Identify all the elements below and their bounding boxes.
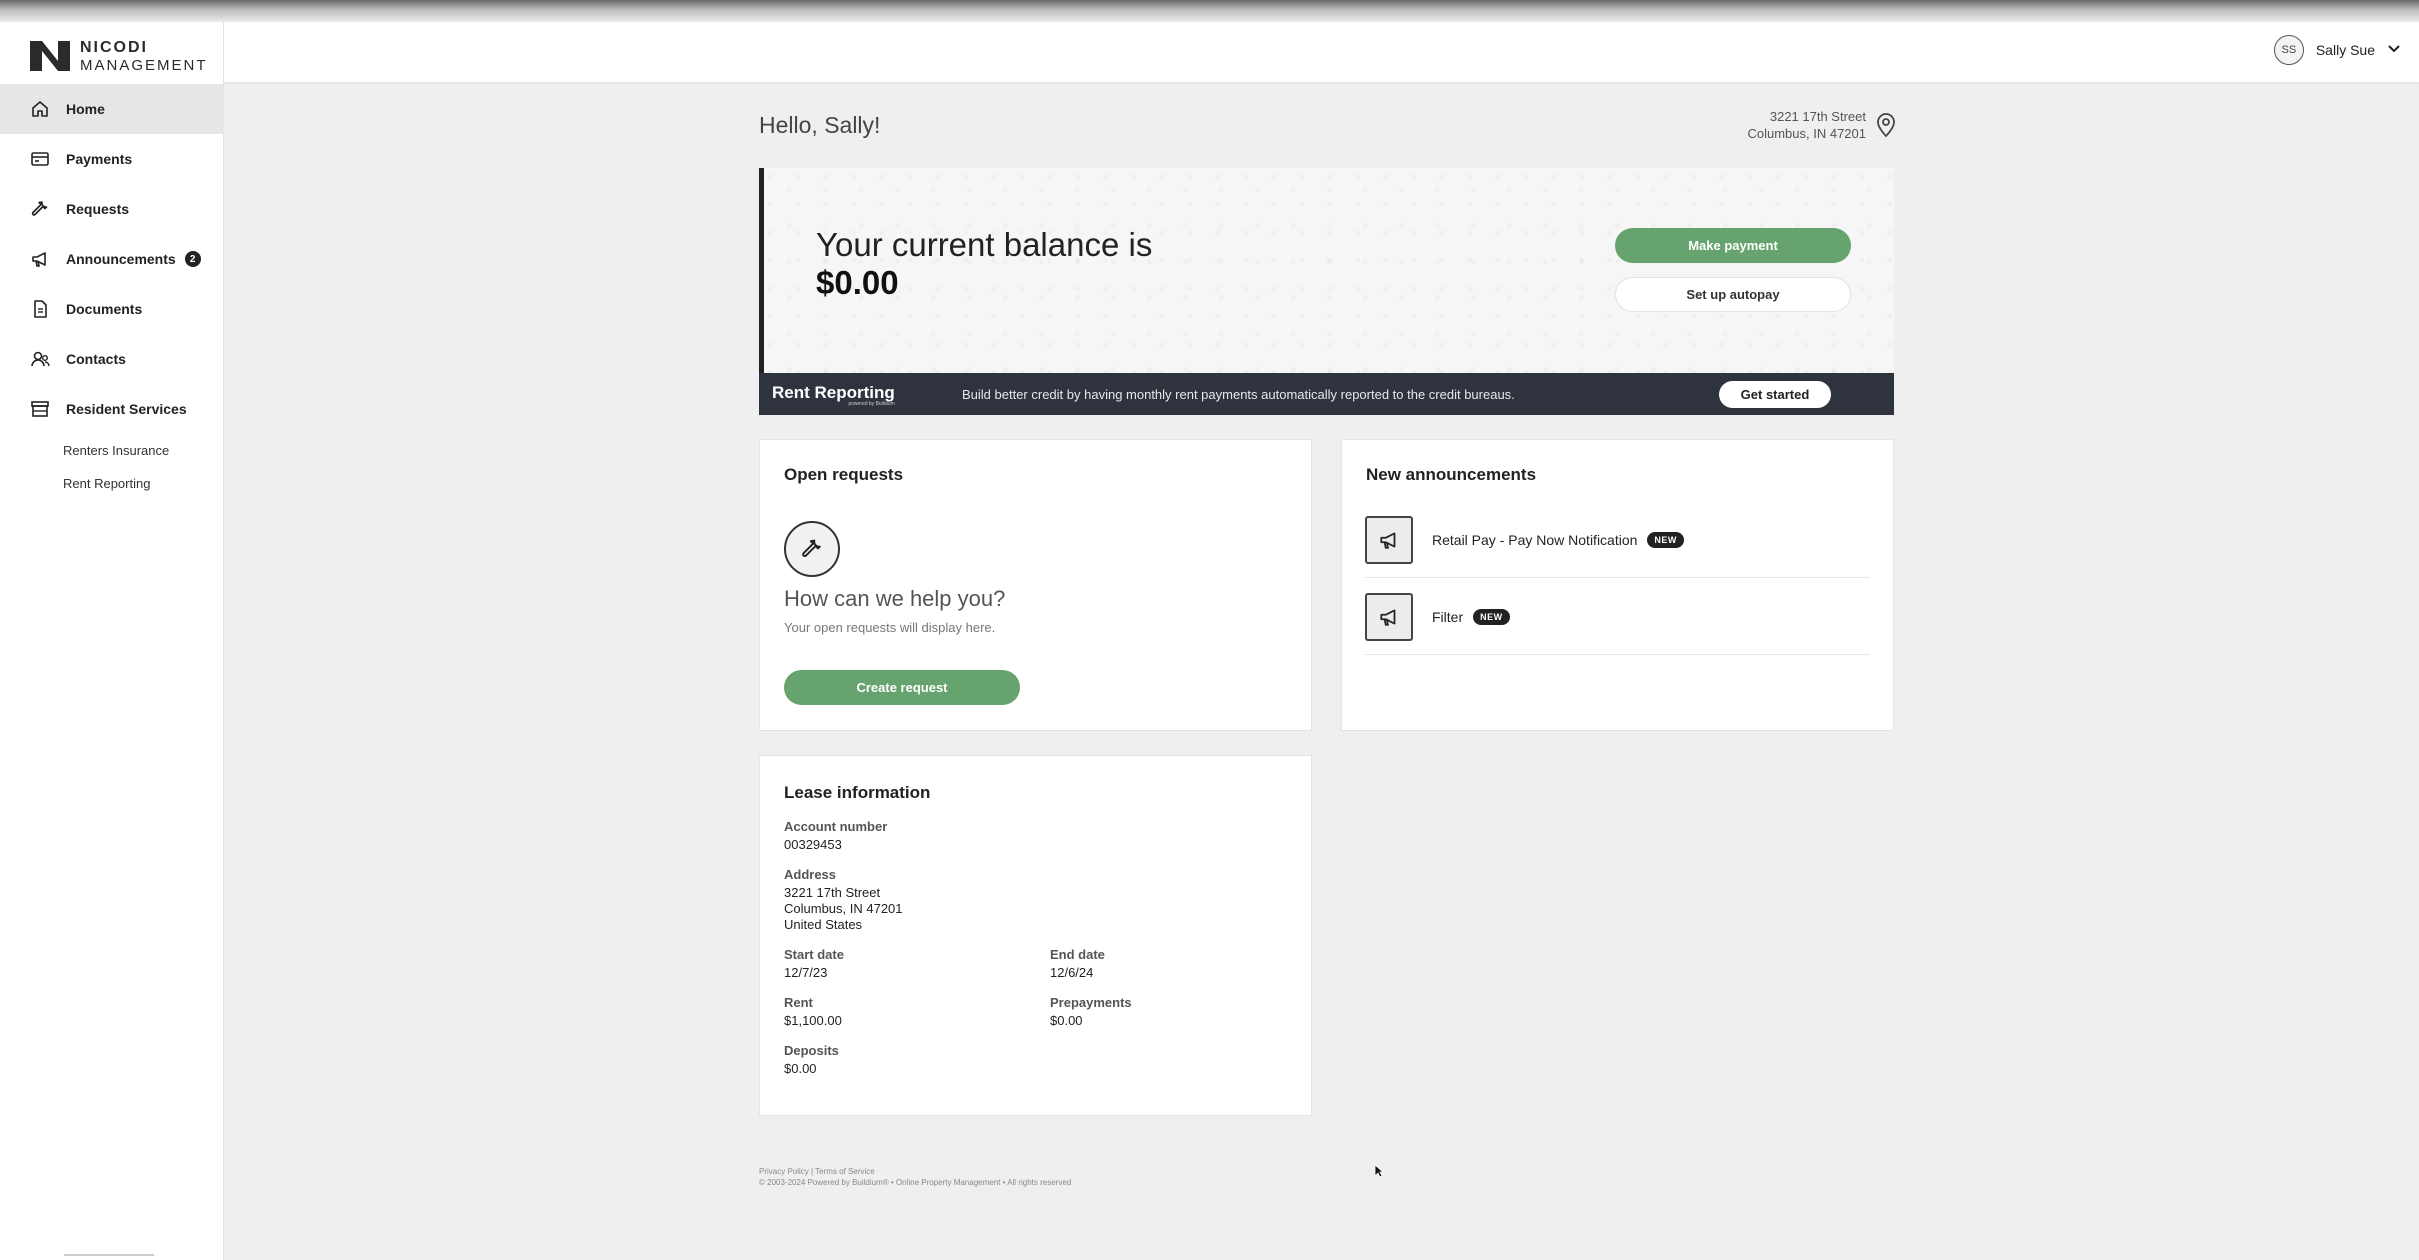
wrench-icon	[784, 521, 840, 577]
window-top-shadow	[0, 0, 2419, 22]
get-started-button[interactable]: Get started	[1719, 381, 1831, 408]
rent-reporting-logo: Rent Reporting powered by Buildium	[772, 383, 895, 407]
sidebar-item-label: Payments	[66, 151, 133, 167]
open-requests-card: Open requests How can we help you? Your …	[759, 439, 1312, 731]
megaphone-icon	[1365, 515, 1413, 564]
create-request-button[interactable]: Create request	[784, 670, 1020, 705]
sidebar-item-label: Resident Services	[66, 401, 187, 417]
request-subtext: Your open requests will display here.	[784, 620, 996, 635]
company-logo[interactable]: NICODI MANAGEMENT	[28, 34, 208, 78]
sidebar-item-label: Announcements	[66, 251, 176, 267]
sidebar-subitem-rent-reporting[interactable]: Rent Reporting	[0, 467, 224, 500]
address-label: Address	[784, 867, 837, 882]
avatar: SS	[2273, 35, 2304, 65]
megaphone-icon	[30, 249, 50, 269]
document-icon	[30, 299, 50, 319]
prepayments-label: Prepayments	[1050, 995, 1132, 1010]
lease-address-line3: United States	[784, 917, 863, 932]
make-payment-button[interactable]: Make payment	[1615, 228, 1851, 263]
location-pin-icon	[1877, 113, 1895, 138]
property-address: 3221 17th Street Columbus, IN 47201	[1747, 108, 1866, 142]
user-menu[interactable]: SS Sally Sue	[2273, 35, 2401, 65]
chevron-down-icon	[2387, 41, 2401, 59]
deposits-label: Deposits	[784, 1043, 839, 1058]
sidebar: NICODI MANAGEMENT Home Payments Requests	[0, 22, 224, 1260]
end-date-label: End date	[1050, 947, 1105, 962]
sidebar-subitem-renters-insurance[interactable]: Renters Insurance	[0, 434, 224, 467]
sidebar-item-label: Documents	[66, 301, 143, 317]
rent-label: Rent	[784, 995, 813, 1010]
lease-title: Lease information	[784, 783, 931, 802]
powered-by-mark	[64, 1254, 154, 1260]
rent-reporting-banner: Rent Reporting powered by Buildium Build…	[759, 373, 1894, 415]
footer-copyright: © 2003-2024 Powered by Buildium® • Onlin…	[759, 1178, 1072, 1187]
sidebar-item-label: Contacts	[66, 351, 126, 367]
lease-address: 3221 17th Street Columbus, IN 47201 Unit…	[784, 885, 903, 933]
announcements-count-badge: 2	[184, 251, 201, 267]
open-requests-title: Open requests	[784, 465, 904, 484]
page-footer: Privacy Policy | Terms of Service © 2003…	[759, 1166, 1071, 1188]
deposits-value: $0.00	[784, 1061, 817, 1076]
start-date-label: Start date	[784, 947, 844, 962]
sidebar-item-requests[interactable]: Requests	[0, 184, 224, 234]
sidebar-item-home[interactable]: Home	[0, 84, 224, 134]
mouse-cursor-icon	[1374, 1164, 1384, 1178]
footer-links[interactable]: Privacy Policy | Terms of Service	[759, 1166, 1071, 1177]
sidebar-item-announcements[interactable]: Announcements 2	[0, 234, 224, 284]
rent-value: $1,100.00	[784, 1013, 842, 1028]
lease-information-card: Lease information Account number 0032945…	[759, 755, 1312, 1116]
lease-address-line1: 3221 17th Street	[784, 885, 881, 900]
announcement-item[interactable]: Filter NEW	[1365, 579, 1870, 655]
property-address-line2: Columbus, IN 47201	[1747, 126, 1866, 141]
logo-subname: MANAGEMENT	[80, 56, 208, 74]
balance-card: Your current balance is $0.00 Make payme…	[759, 168, 1894, 373]
contacts-icon	[30, 349, 50, 369]
balance-label: Your current balance is	[816, 226, 1153, 263]
account-number-value: 00329453	[784, 837, 842, 852]
card-icon	[30, 149, 50, 169]
page-greeting: Hello, Sally!	[759, 112, 881, 138]
sidebar-item-payments[interactable]: Payments	[0, 134, 224, 184]
balance-amount: $0.00	[816, 264, 899, 301]
announcements-title: New announcements	[1366, 465, 1537, 484]
sidebar-item-contacts[interactable]: Contacts	[0, 334, 224, 384]
announcement-item[interactable]: Retail Pay - Pay Now Notification NEW	[1365, 502, 1870, 578]
new-badge: NEW	[1473, 608, 1510, 625]
services-icon	[30, 399, 50, 419]
request-headline: How can we help you?	[784, 586, 1006, 611]
announcement-title: Retail Pay - Pay Now Notification	[1432, 531, 1638, 548]
logo-name: NICODI	[80, 38, 148, 56]
lease-address-line2: Columbus, IN 47201	[784, 901, 903, 916]
rent-reporting-text: Build better credit by having monthly re…	[962, 387, 1515, 402]
end-date-value: 12/6/24	[1050, 965, 1094, 980]
user-name: Sally Sue	[2315, 42, 2375, 58]
sidebar-item-documents[interactable]: Documents	[0, 284, 224, 334]
sidebar-nav: Home Payments Requests Announcements 2 D…	[0, 84, 224, 500]
top-header: SS Sally Sue	[224, 22, 2419, 82]
sidebar-item-label: Requests	[66, 201, 130, 217]
account-number-label: Account number	[784, 819, 888, 834]
rent-reporting-title: Rent Reporting	[772, 383, 895, 402]
megaphone-icon	[1365, 592, 1413, 641]
logo-mark-icon	[28, 39, 72, 73]
setup-autopay-button[interactable]: Set up autopay	[1615, 277, 1851, 312]
announcement-title: Filter	[1432, 608, 1464, 625]
prepayments-value: $0.00	[1050, 1013, 1083, 1028]
home-icon	[30, 99, 50, 119]
property-address-line1: 3221 17th Street	[1769, 109, 1866, 124]
sidebar-item-resident-services[interactable]: Resident Services	[0, 384, 224, 434]
new-badge: NEW	[1647, 531, 1684, 548]
wrench-icon	[30, 199, 50, 219]
sidebar-item-label: Home	[66, 101, 105, 117]
start-date-value: 12/7/23	[784, 965, 828, 980]
announcements-card: New announcements Retail Pay - Pay Now N…	[1341, 439, 1894, 731]
